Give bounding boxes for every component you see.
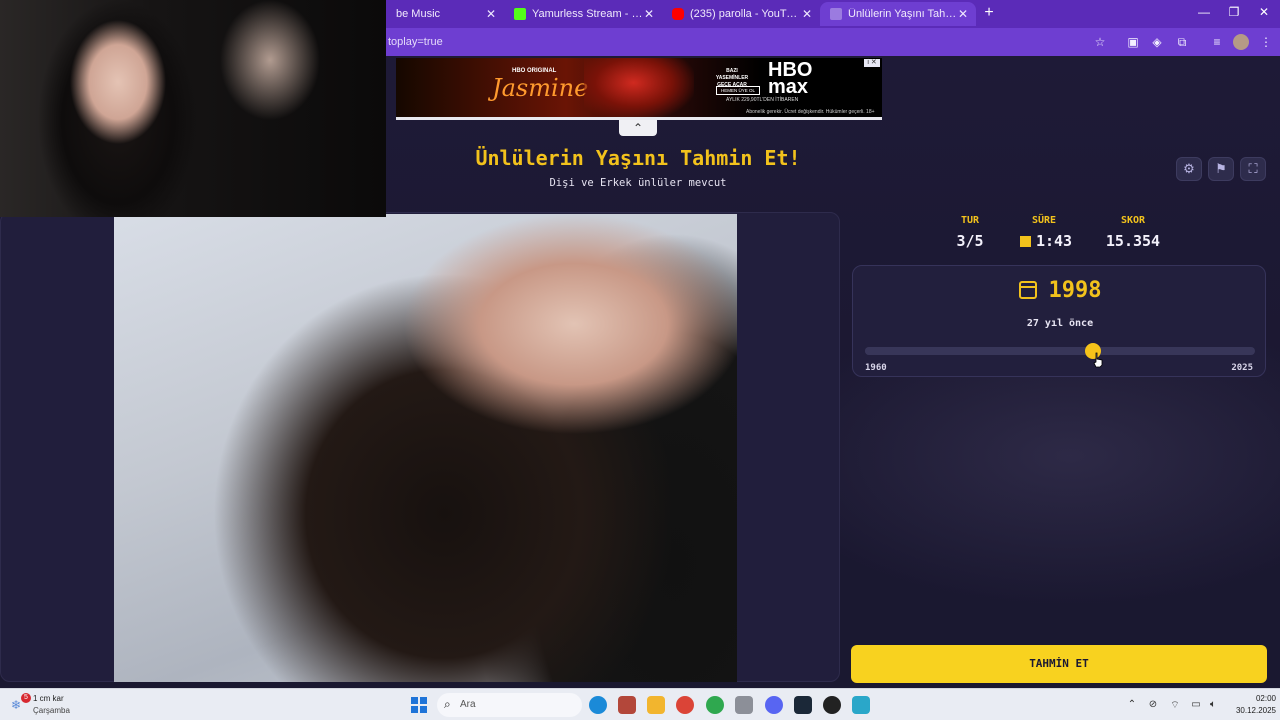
- search-icon: ⌕: [444, 697, 451, 711]
- slider-fill: [865, 347, 1094, 355]
- ad-choices-icon[interactable]: i ✕: [864, 59, 880, 67]
- chrome-profile-icon[interactable]: [706, 696, 724, 714]
- hourglass-icon: [1019, 236, 1031, 247]
- years-ago-text: 27 yıl önce: [1026, 318, 1094, 329]
- restore-icon[interactable]: ❐: [1226, 5, 1242, 19]
- score-label: SKOR: [1120, 215, 1146, 226]
- edge-icon[interactable]: [589, 696, 607, 714]
- tab-title: (235) parolla - YouTube: [690, 8, 802, 20]
- network-off-icon[interactable]: ⊘: [1147, 699, 1159, 710]
- settings-icon[interactable]: [735, 696, 753, 714]
- menu-dots-icon[interactable]: ⋮: [1258, 34, 1274, 50]
- clock-time[interactable]: 02:00: [1240, 694, 1276, 703]
- puzzle-icon[interactable]: ⧉: [1174, 34, 1190, 50]
- hbo-max-ad-banner[interactable]: HBO ORIGINAL Jasmine BAZI YASEMİNLER GEC…: [396, 58, 882, 120]
- guess-button[interactable]: TAHMİN ET: [851, 645, 1267, 683]
- quiz-icon: [830, 8, 842, 20]
- ad-image: [584, 58, 694, 117]
- ad-fine-print: Abonelik gerekir. Ücret değişkendir. Hük…: [746, 109, 875, 115]
- bookmark-star-icon[interactable]: ☆: [1092, 34, 1108, 50]
- celebrity-photo: [114, 214, 737, 682]
- time-display: 1:43: [1014, 232, 1078, 250]
- hbo-max-logo: HBO max: [768, 59, 813, 98]
- time-label: SÜRE: [1031, 215, 1057, 226]
- close-window-icon[interactable]: ✕: [1256, 5, 1272, 19]
- search-placeholder: Ara: [460, 699, 476, 710]
- score-value: 15.354: [1105, 232, 1161, 250]
- obs-icon[interactable]: [823, 696, 841, 714]
- ad-cta-button[interactable]: HEMEN ÜYE OL: [716, 86, 761, 95]
- page-subtitle: Dişi ve Erkek ünlüler mevcut: [549, 177, 727, 189]
- tab-title: be Music: [396, 8, 441, 20]
- discord-icon[interactable]: [765, 696, 783, 714]
- game-stats: TUR 3/5 SÜRE 1:43 SKOR 15.354: [930, 215, 1190, 255]
- settings-gear-icon[interactable]: ⚙: [1176, 157, 1202, 181]
- slider-min-label: 1960: [865, 363, 887, 373]
- page-title: Ünlülerin Yaşını Tahmin Et!: [475, 146, 801, 170]
- chevron-up-icon[interactable]: ⌃: [1126, 699, 1138, 710]
- calendar-icon: [1018, 281, 1037, 299]
- weather-temp[interactable]: 1 cm kar: [33, 694, 64, 703]
- file-explorer-icon[interactable]: [647, 696, 665, 714]
- game-app-icon[interactable]: [618, 696, 636, 714]
- tab-unlulerin-yasini[interactable]: Ünlülerin Yaşını Tahmin Et! - Qu ✕: [820, 2, 976, 26]
- year-picker-card: 1998 27 yıl önce 1960 2025: [852, 265, 1266, 377]
- extension-icon[interactable]: ▣: [1125, 34, 1141, 50]
- ad-show-title: Jasmine: [492, 74, 589, 102]
- tab-youtube-music[interactable]: be Music ✕: [386, 2, 504, 26]
- media-controls-icon[interactable]: ≡: [1209, 34, 1225, 50]
- year-slider[interactable]: [865, 343, 1255, 359]
- fullscreen-icon[interactable]: ⛶: [1240, 157, 1266, 181]
- new-tab-button[interactable]: +: [980, 4, 998, 22]
- volume-icon[interactable]: 🔈︎: [1207, 699, 1219, 710]
- taskbar-search[interactable]: ⌕ Ara: [437, 693, 582, 717]
- round-label: TUR: [960, 215, 980, 226]
- selected-year: 1998: [853, 278, 1267, 303]
- display-icon[interactable]: ▭: [1190, 699, 1202, 710]
- windows-taskbar: ❄ 5 1 cm kar Çarşamba ⌕ Ara ⌃ ⊘ ⌔ ▭ 🔈︎ 0…: [0, 688, 1280, 720]
- shield-extension-icon[interactable]: ◈: [1149, 34, 1165, 50]
- close-icon[interactable]: ✕: [802, 7, 812, 21]
- report-flag-icon[interactable]: ⚑: [1208, 157, 1234, 181]
- webcam-overlay: [0, 0, 386, 217]
- collapse-ad-button[interactable]: ⌃: [619, 120, 657, 136]
- chrome-icon[interactable]: [676, 696, 694, 714]
- wifi-icon[interactable]: ⌔: [1169, 699, 1181, 712]
- screen: be Music ✕ Yamurless Stream - Watch Live…: [0, 0, 1280, 720]
- year-value: 1998: [1048, 278, 1102, 303]
- clock-date[interactable]: 30.12.2025: [1228, 706, 1276, 715]
- tab-title: Ünlülerin Yaşını Tahmin Et! - Qu: [848, 8, 958, 20]
- windows-start-icon[interactable]: [411, 697, 427, 713]
- tab-youtube[interactable]: (235) parolla - YouTube ✕: [662, 2, 820, 26]
- minimize-icon[interactable]: —: [1196, 5, 1212, 19]
- time-value: 1:43: [1035, 232, 1073, 250]
- url-text[interactable]: toplay=true: [388, 36, 443, 48]
- hand-cursor-icon: [1093, 352, 1103, 368]
- notification-badge: 5: [21, 693, 31, 703]
- steam-icon[interactable]: [794, 696, 812, 714]
- youtube-icon: [672, 8, 684, 20]
- close-icon[interactable]: ✕: [644, 7, 654, 21]
- round-value: 3/5: [956, 232, 984, 250]
- close-icon[interactable]: ✕: [486, 7, 496, 21]
- close-icon[interactable]: ✕: [958, 7, 968, 21]
- notepad-icon[interactable]: [852, 696, 870, 714]
- profile-avatar[interactable]: [1233, 34, 1249, 50]
- slider-max-label: 2025: [1231, 363, 1253, 373]
- tab-title: Yamurless Stream - Watch Live: [532, 8, 644, 20]
- kick-icon: [514, 8, 526, 20]
- weather-day: Çarşamba: [33, 706, 70, 715]
- tab-yamurless-stream[interactable]: Yamurless Stream - Watch Live ✕: [504, 2, 662, 26]
